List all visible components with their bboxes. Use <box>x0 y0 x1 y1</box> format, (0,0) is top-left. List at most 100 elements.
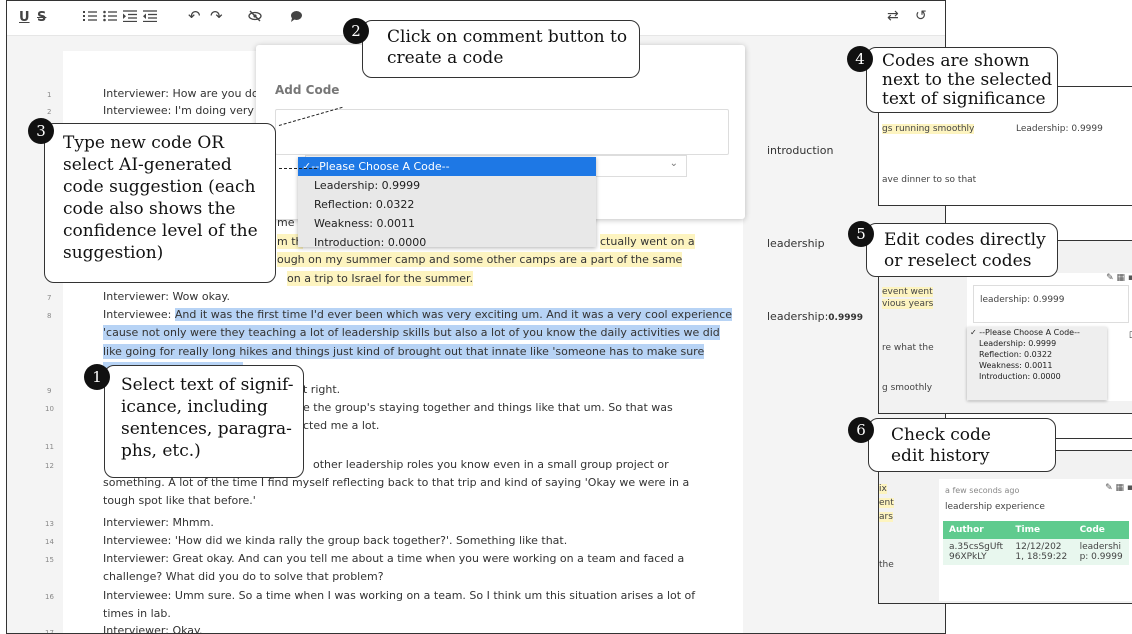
callout-2: Click on comment button to create a code <box>362 20 640 78</box>
text-snippet: ave dinner to so that <box>882 175 977 185</box>
code-edit-value: leadership: 0.9999 <box>980 295 1065 305</box>
time-ago: a few seconds ago <box>945 486 1020 495</box>
chevron-down-icon: ⌄ <box>669 158 678 169</box>
history-button[interactable]: ↺ <box>915 8 927 24</box>
line-number: 2 <box>47 108 52 116</box>
transcript-line[interactable]: e the group's staying together and thing… <box>303 400 673 415</box>
transcript-line[interactable]: other leadership roles you know even in … <box>313 457 669 472</box>
code-card: ✎ ▦ ▪ leadership: 0.9999 ☐ ✓ --Please Ch… <box>967 273 1132 401</box>
dropdown-option[interactable]: Weakness: 0.0011 <box>967 360 1107 371</box>
code-label-text: leadership: <box>767 310 829 323</box>
dropdown-option[interactable]: Leadership: 0.9999 <box>298 176 596 195</box>
transcript-line[interactable]: Interviewee: Umm sure. So a time when I … <box>103 588 695 603</box>
text-snippet: g smoothly <box>882 383 933 393</box>
transcript-line[interactable]: on a trip to Israel for the summer. <box>287 271 473 286</box>
transcript-line[interactable]: 'cause not only were they teaching a lot… <box>103 325 720 340</box>
edit-icons[interactable]: ✎ ▦ ▪ <box>1106 273 1132 283</box>
text-snippet: the <box>879 560 894 570</box>
callout-badge-4: 4 <box>847 46 873 72</box>
ordered-list-button[interactable] <box>83 10 97 26</box>
code-text: leadership experience <box>945 502 1045 512</box>
line-number: 15 <box>45 556 54 564</box>
highlighted-text: gs running smoothly <box>882 124 975 134</box>
dropdown-option[interactable]: Reflection: 0.0322 <box>298 195 596 214</box>
redo-button[interactable]: ↷ <box>210 7 223 25</box>
transcript-line[interactable]: t right. <box>303 382 340 397</box>
editor-window: U S ↶ ↷ ⇄ ↺ 1 Interviewer: How are you d… <box>6 0 946 634</box>
eye-slash-icon <box>248 10 262 22</box>
indent-button[interactable] <box>123 10 137 26</box>
outdent-icon <box>143 10 157 23</box>
reselect-dropdown[interactable]: ✓ --Please Choose A Code-- Leadership: 0… <box>967 327 1107 400</box>
strikethrough-button[interactable]: S <box>37 10 46 25</box>
line-number: 7 <box>47 294 52 302</box>
column-header: Code <box>1073 521 1129 539</box>
dropdown-option[interactable]: Introduction: 0.0000 <box>967 371 1107 382</box>
callout-3: Type new code OR select AI-generated cod… <box>44 123 276 283</box>
transcript-line[interactable]: Interviewer: Okay. <box>103 623 202 633</box>
transcript-line[interactable]: ough on my summer camp and some other ca… <box>277 252 683 267</box>
swap-button[interactable]: ⇄ <box>887 8 899 24</box>
dropdown-option-placeholder[interactable]: ✓--Please Choose A Code-- <box>298 157 596 176</box>
highlighted-text: ix <box>879 484 887 494</box>
table-cell: leadershi p: 0.9999 <box>1073 539 1129 565</box>
underline-button[interactable]: U <box>19 10 30 25</box>
history-table: Author Time Code a.35csSgUft 96XPkLY 12/… <box>943 521 1129 565</box>
callout-4: Codes are shown next to the selected tex… <box>866 47 1058 113</box>
code-label-leadership-score[interactable]: leadership:0.9999 <box>767 310 863 323</box>
transcript-line[interactable]: like going for really long hikes and thi… <box>103 344 705 359</box>
dropdown-option[interactable]: Reflection: 0.0322 <box>967 349 1107 360</box>
highlighted-text: event went <box>882 287 933 297</box>
dropdown-option-placeholder[interactable]: ✓ --Please Choose A Code-- <box>967 327 1107 338</box>
table-cell: 12/12/202 1, 18:59:22 <box>1009 539 1074 565</box>
dropdown-option[interactable]: Weakness: 0.0011 <box>298 214 596 233</box>
transcript-line-highlight[interactable]: ctually went on a <box>600 234 695 249</box>
dropdown-option[interactable]: Introduction: 0.0000 <box>298 233 596 252</box>
code-edit-input[interactable]: leadership: 0.9999 <box>973 285 1129 323</box>
highlighted-text: ent <box>879 498 894 508</box>
table-cell: a.35csSgUft 96XPkLY <box>943 539 1010 565</box>
callout-badge-5: 5 <box>848 221 874 247</box>
history-card: a few seconds ago ✎ ▦ ▪ leadership exper… <box>939 479 1132 601</box>
bullet-list-button[interactable] <box>103 10 117 26</box>
code-label[interactable]: Leadership: 0.9999 <box>1016 124 1103 134</box>
code-label-introduction[interactable]: introduction <box>767 144 833 157</box>
line-number: 13 <box>45 520 54 528</box>
callout-1: Select text of signif- icance, including… <box>104 365 304 478</box>
column-header: Author <box>943 521 1010 539</box>
edit-icons[interactable]: ✎ ▦ ▪ <box>1105 483 1132 493</box>
transcript-line[interactable]: tough spot like that before.' <box>103 493 256 508</box>
transcript-line[interactable]: cted me a lot. <box>303 418 379 433</box>
outdent-button[interactable] <box>143 10 157 26</box>
transcript-line[interactable]: Interviewee: And it was the first time I… <box>103 307 733 322</box>
code-suggestion-dropdown[interactable]: ✓--Please Choose A Code-- Leadership: 0.… <box>298 157 596 249</box>
transcript-line[interactable]: Interviewer: Great okay. And can you tel… <box>103 551 684 566</box>
transcript-line[interactable]: times in lab. <box>103 606 171 621</box>
callout-badge-2: 2 <box>343 18 369 44</box>
undo-button[interactable]: ↶ <box>188 7 201 25</box>
hide-button[interactable] <box>248 10 262 26</box>
callout-6-pointer <box>1056 438 1132 439</box>
transcript-line[interactable]: Interviewer: Wow okay. <box>103 289 230 304</box>
line-number: 17 <box>45 629 54 634</box>
column-header: Time <box>1009 521 1074 539</box>
line-number: 10 <box>45 405 54 413</box>
comment-button[interactable] <box>290 10 303 26</box>
bullet-list-icon <box>103 10 117 22</box>
code-score: 0.9999 <box>828 313 864 323</box>
line-number: 16 <box>45 593 54 601</box>
text-snippet: re what the <box>882 343 934 353</box>
code-label-leadership[interactable]: leadership <box>767 237 825 250</box>
callout-6: Check code edit history <box>868 418 1056 472</box>
line-number: 9 <box>47 387 52 395</box>
highlighted-text: ars <box>879 512 893 522</box>
highlighted-text: vious years <box>882 299 934 309</box>
transcript-line[interactable]: Interviewee: 'How did we kinda rally the… <box>103 533 567 548</box>
callout-5-pointer <box>1058 240 1132 241</box>
add-code-title: Add Code <box>275 83 340 97</box>
transcript-line[interactable]: challenge? What did you do to solve that… <box>103 569 384 584</box>
new-code-input[interactable] <box>275 109 729 155</box>
dropdown-option[interactable]: Leadership: 0.9999 <box>967 338 1107 349</box>
callout-badge-3: 3 <box>28 118 54 144</box>
transcript-line[interactable]: Interviewer: Mhmm. <box>103 515 214 530</box>
